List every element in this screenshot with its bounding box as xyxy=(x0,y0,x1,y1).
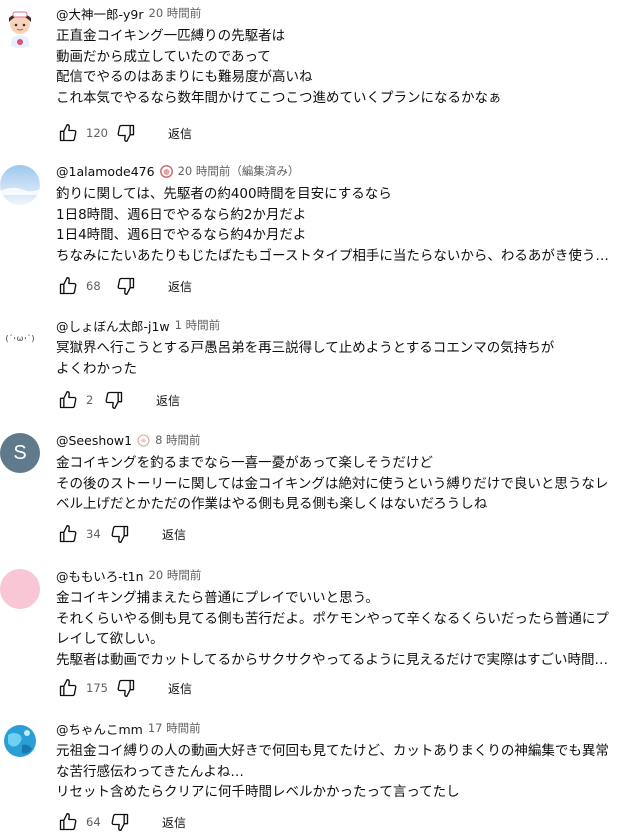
comment-time[interactable]: 20 時間前（編集済み） xyxy=(178,163,300,179)
comment-thread: @ももいろ-t1n 20 時間前 金コイキング捕まえたら普通にプレイでいいと思う… xyxy=(0,566,622,706)
comment-line: 1日8時間、週6日でやるなら約2か月だよ xyxy=(56,206,307,223)
comment-time[interactable]: 17 時間前 xyxy=(148,720,201,736)
member-badge-icon xyxy=(159,164,173,178)
thumbs-down-icon xyxy=(111,813,129,831)
comment-author[interactable]: @しょぼん太郎-j1w xyxy=(56,316,170,335)
reply-button[interactable]: 返信 xyxy=(162,814,186,831)
like-count: 2 xyxy=(86,393,94,407)
like-count: 175 xyxy=(86,681,108,695)
reply-button[interactable]: 返信 xyxy=(168,680,192,697)
comment-text: 釣りに関しては、先駆者の約400時間を目安にするなら 1日8時間、週6日でやるな… xyxy=(56,184,618,266)
comment-text: 金コイキングを釣るまでなら一喜一憂があって楽しそうだけど その後のストーリーに関… xyxy=(56,453,616,515)
comment-time[interactable]: 8 時間前 xyxy=(155,432,200,448)
dislike-button[interactable] xyxy=(102,388,126,412)
doctor-character-icon xyxy=(0,8,40,48)
like-button[interactable] xyxy=(56,810,80,834)
like-button[interactable] xyxy=(56,121,80,145)
comment-text: 元祖金コイ縛りの人の動画大好きで何回も見てたけど、カットありまくりの神編集でも異… xyxy=(56,741,618,803)
thumbs-up-icon xyxy=(59,679,77,697)
reply-button[interactable]: 返信 xyxy=(162,526,186,543)
like-count: 68 xyxy=(86,279,101,293)
like-count: 64 xyxy=(86,815,101,829)
thumbs-up-icon xyxy=(59,277,77,295)
dislike-button[interactable] xyxy=(114,676,138,700)
comment-thread: @ちゃんこmm 17 時間前 元祖金コイ縛りの人の動画大好きで何回も見てたけど、… xyxy=(0,719,622,837)
avatar[interactable]: (´･ω･`) xyxy=(0,318,40,358)
comment-author[interactable]: @ちゃんこmm xyxy=(56,719,143,738)
comment-line: 先駆者は動画でカットしてるからサクサクやってるように見えるだけで実際はすごい時間… xyxy=(56,651,609,668)
like-button[interactable] xyxy=(56,388,80,412)
thumbs-down-icon xyxy=(117,277,135,295)
member-badge-icon xyxy=(137,434,150,447)
thumbs-down-icon xyxy=(105,391,123,409)
dislike-button[interactable] xyxy=(114,274,138,298)
thumbs-up-icon xyxy=(59,813,77,831)
thumbs-down-icon xyxy=(117,679,135,697)
comment-line: その後のストーリーに関しては金コイキングは絶対に使うという縛りだけで良いと思うな… xyxy=(56,475,609,513)
blue-globe-icon xyxy=(0,721,40,761)
comment-line: 金コイキングを釣るまでなら一喜一憂があって楽しそうだけど xyxy=(56,455,433,471)
avatar[interactable] xyxy=(0,721,40,761)
avatar-emoticon: (´･ω･`) xyxy=(5,333,35,343)
like-button[interactable] xyxy=(56,676,80,700)
comment-line: リセット含めたらクリアに何千時間レベルかかったって言ってたし xyxy=(56,784,460,800)
thumbs-up-icon xyxy=(59,525,77,543)
comment-text: 金コイキング捕まえたら普通にプレイでいいと思う。 それくらいやる側も見てる側も苦… xyxy=(56,588,618,670)
dislike-button[interactable] xyxy=(108,810,132,834)
avatar[interactable] xyxy=(0,8,40,48)
comment-thread: (´･ω･`) @しょぼん太郎-j1w 1 時間前 冥獄界へ行こうとする戸愚呂弟… xyxy=(0,316,622,416)
comment-author[interactable]: @ももいろ-t1n xyxy=(56,566,144,585)
comment-line: 金コイキング捕まえたら普通にプレイでいいと思う。 xyxy=(56,590,379,606)
dislike-button[interactable] xyxy=(108,522,132,546)
thumbs-up-icon xyxy=(59,391,77,409)
comment-line: ちなみにたいあたりもじたばたもゴーストタイプ相手に当たらないから、わるあがき使う… xyxy=(56,247,609,264)
comment-thread: S @Seeshow1 8 時間前 金コイキングを釣るまでなら一喜一憂があって楽… xyxy=(0,431,622,551)
avatar[interactable]: S xyxy=(0,433,40,473)
comment-line: 正直金コイキング一匹縛りの先駆者は xyxy=(56,28,286,44)
avatar[interactable] xyxy=(0,165,40,205)
reply-button[interactable]: 返信 xyxy=(168,278,192,295)
comment-time[interactable]: 20 時間前 xyxy=(149,567,202,583)
thumbs-up-icon xyxy=(59,124,77,142)
comment-author[interactable]: @Seeshow1 xyxy=(56,433,132,448)
comment-line: 元祖金コイ縛りの人の動画大好きで何回も見てたけど、カットありまくりの神編集でも異… xyxy=(56,743,609,780)
comment-line: 配信でやるのはあまりにも難易度が高いね xyxy=(56,69,313,85)
thumbs-down-icon xyxy=(111,525,129,543)
comment-thread: @大神一郎-y9r 20 時間前 正直金コイキング一匹縛りの先駆者は 動画だから… xyxy=(0,4,622,144)
dislike-button[interactable] xyxy=(114,121,138,145)
like-button[interactable] xyxy=(56,274,80,298)
comment-author[interactable]: @大神一郎-y9r xyxy=(56,4,144,23)
like-count: 34 xyxy=(86,527,101,541)
comment-line: 釣りに関しては、先駆者の約400時間を目安にするなら xyxy=(56,186,392,202)
comment-line: これ本気でやるなら数年間かけてこつこつ進めていくプランになるかなぁ xyxy=(56,89,502,106)
comment-line: それくらいやる側も見てる側も苦行だよ。ポケモンやって辛くなるくらいだったら普通に… xyxy=(56,610,609,648)
comment-author[interactable]: @1alamode476 xyxy=(56,164,155,179)
reply-button[interactable]: 返信 xyxy=(156,392,180,409)
avatar-letter: S xyxy=(13,441,27,464)
comment-line: 冥獄界へ行こうとする戸愚呂弟を再三説得して止めようとするコエンマの気持ちがよくわ… xyxy=(56,340,555,377)
comment-text: 正直金コイキング一匹縛りの先駆者は 動画だから成立していたのであって 配信でやる… xyxy=(56,26,618,108)
comment-line: 1日4時間、週6日でやるなら約4か月だよ xyxy=(56,227,307,243)
reply-button[interactable]: 返信 xyxy=(168,125,192,142)
comment-line: 動画だから成立していたのであって xyxy=(56,48,271,65)
like-count: 120 xyxy=(86,126,108,140)
comment-thread: @1alamode476 20 時間前（編集済み） 釣りに関しては、先駆者の約4… xyxy=(0,162,622,302)
sky-photo-icon xyxy=(0,165,40,205)
thumbs-down-icon xyxy=(117,124,135,142)
comment-time[interactable]: 1 時間前 xyxy=(175,317,220,333)
avatar[interactable] xyxy=(0,569,40,609)
like-button[interactable] xyxy=(56,522,80,546)
comment-text: 冥獄界へ行こうとする戸愚呂弟を再三説得して止めようとするコエンマの気持ちがよくわ… xyxy=(56,338,556,379)
comment-time[interactable]: 20 時間前 xyxy=(149,5,202,21)
